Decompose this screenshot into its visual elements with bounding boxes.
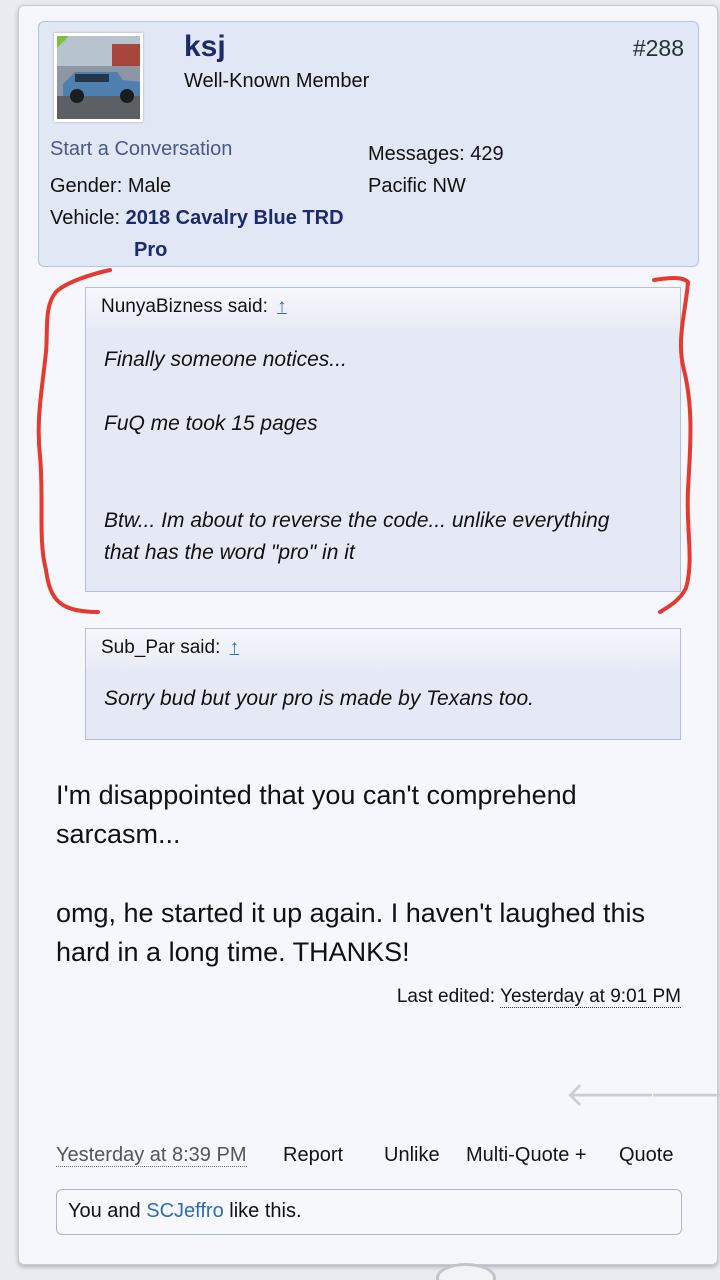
vehicle-value: 2018 Cavalry Blue TRD [125, 207, 344, 229]
user-title: Well-Known Member [184, 70, 370, 92]
quote-author: Sub_Par said: [101, 637, 221, 658]
jump-to-quote-icon[interactable]: ↑ [230, 637, 240, 658]
vehicle-row: Vehicle: 2018 Cavalry Blue TRD [50, 207, 344, 230]
likes-summary: You and SCJeffro like this. [56, 1189, 682, 1235]
quote-author: NunyaBizness said: [101, 296, 268, 317]
last-edited-time[interactable]: Yesterday at 9:01 PM [500, 986, 681, 1008]
vehicle-label: Vehicle: [50, 207, 121, 229]
liker-link[interactable]: SCJeffro [146, 1200, 223, 1222]
quote-line: Finally someone notices... [104, 348, 347, 371]
user-info-block: ksj Well-Known Member #288 Start a Conve… [38, 21, 699, 267]
message-paragraph-2: omg, he started it up again. I haven't l… [56, 894, 696, 972]
quote-body: Sorry bud but your pro is made by Texans… [86, 683, 680, 715]
gender-row: Gender: Male [50, 175, 171, 198]
last-edited-label: Last edited: [396, 986, 496, 1007]
messages-row: Messages: 429 [368, 143, 504, 166]
post-container: ksj Well-Known Member #288 Start a Conve… [18, 5, 720, 1265]
messages-value: 429 [470, 143, 504, 165]
likes-suffix: like this. [229, 1200, 302, 1222]
quote-header: Sub_Par said: ↑ [86, 629, 680, 669]
report-link[interactable]: Report [283, 1144, 343, 1167]
vehicle-row-2: Pro [134, 239, 167, 262]
likes-prefix: You and [68, 1200, 141, 1222]
quote-link[interactable]: Quote [619, 1144, 673, 1167]
post-number[interactable]: #288 [633, 35, 684, 62]
quote-line: Sorry bud but your pro is made by Texans… [104, 687, 534, 710]
message-paragraph-1: I'm disappointed that you can't comprehe… [56, 776, 696, 854]
quote-body: Finally someone notices... FuQ me took 1… [86, 344, 680, 569]
online-indicator [57, 36, 72, 51]
quote-line: Btw... Im about to reverse the code... u… [104, 509, 610, 532]
messages-label: Messages: [368, 143, 465, 165]
vehicle-value-cont: Pro [134, 239, 168, 261]
location: Pacific NW [368, 175, 466, 197]
message-line: I'm disappointed that you can't comprehe… [56, 780, 577, 810]
message-line: sarcasm... [56, 819, 181, 849]
quote-line: that has the word "pro" in it [104, 541, 355, 564]
unlike-link[interactable]: Unlike [384, 1144, 440, 1167]
arrow-right-icon[interactable]: 🡒 [649, 1074, 720, 1115]
quote-block-2: Sub_Par said: ↑ Sorry bud but your pro i… [85, 628, 681, 740]
post-date[interactable]: Yesterday at 8:39 PM [56, 1144, 247, 1167]
multi-quote-link[interactable]: Multi-Quote + [466, 1144, 587, 1167]
username[interactable]: ksj [184, 30, 226, 64]
post-date-link[interactable]: Yesterday at 8:39 PM [56, 1144, 247, 1167]
message-line: hard in a long time. THANKS! [56, 937, 410, 967]
gender-label: Gender: [50, 175, 123, 197]
quote-line: FuQ me took 15 pages [104, 412, 318, 435]
start-conversation-link[interactable]: Start a Conversation [50, 138, 232, 161]
jump-to-quote-icon[interactable]: ↑ [277, 296, 287, 317]
quote-header: NunyaBizness said: ↑ [86, 288, 680, 328]
last-edited: Last edited: Yesterday at 9:01 PM [397, 986, 681, 1008]
avatar[interactable] [54, 33, 143, 122]
message-line: omg, he started it up again. I haven't l… [56, 898, 646, 928]
arrow-left-icon[interactable]: 🡐 [565, 1074, 656, 1115]
scroll-indicator [436, 1263, 496, 1280]
quote-block-1: NunyaBizness said: ↑ Finally someone not… [85, 287, 681, 592]
gender-value: Male [127, 175, 172, 197]
